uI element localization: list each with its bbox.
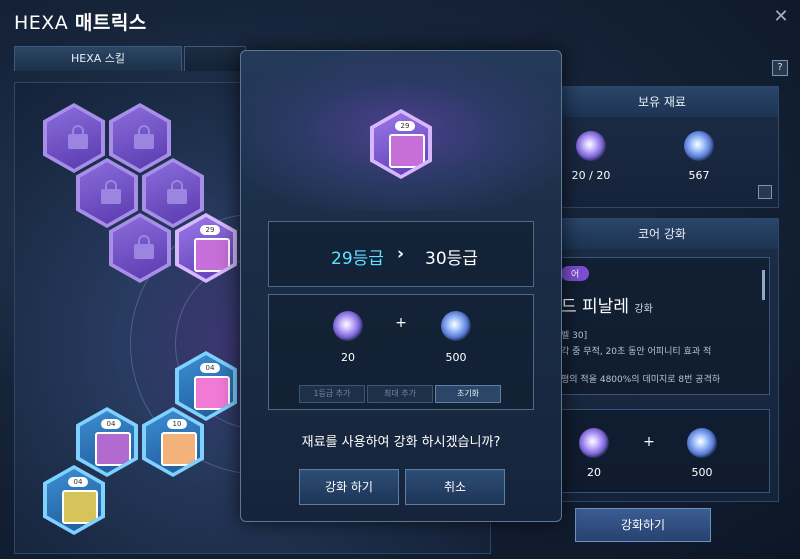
plus-sign: +	[643, 434, 655, 450]
cancel-button[interactable]: 취소	[405, 469, 505, 505]
hex-slot-locked[interactable]	[109, 103, 171, 173]
level-badge: 04	[68, 477, 88, 487]
reset-button[interactable]: 초기화	[435, 385, 501, 403]
level-badge: 29	[200, 225, 220, 235]
level-badge: 29	[395, 121, 415, 131]
lock-icon	[101, 180, 121, 204]
hex-slot-locked[interactable]	[142, 158, 204, 228]
owned-materials-panel: 보유 재료 20 / 20 567	[545, 86, 779, 208]
skill-name-suffix: 강화	[634, 304, 653, 315]
sol-erda-icon	[576, 131, 606, 161]
sol-erda-fragment-icon	[441, 311, 471, 341]
core-enhance-header: 코어 강화	[546, 219, 778, 249]
expand-icon[interactable]	[758, 185, 772, 199]
skill-icon	[62, 490, 98, 524]
hex-slot-locked[interactable]	[43, 103, 105, 173]
title-prefix: HEXA	[14, 12, 69, 34]
max-add-button[interactable]: 최대 추가	[367, 385, 433, 403]
skill-tag: 어	[561, 266, 590, 281]
cost-1: 20	[587, 466, 601, 479]
sol-erda-fragment-icon	[684, 131, 714, 161]
sol-erda-icon	[333, 311, 363, 341]
skill-desc-2: 각 중 무적, 20초 동안 어피니티 효과 적	[561, 347, 712, 357]
skill-icon	[194, 376, 230, 410]
level-badge: 04	[200, 363, 220, 373]
plus-sign: +	[395, 315, 407, 331]
title-main: 매트릭스	[74, 12, 147, 34]
tab-hexa-skill[interactable]: HEXA 스킬	[14, 46, 182, 71]
level-badge: 10	[167, 419, 187, 429]
cost-2: 500	[691, 466, 713, 479]
skill-info-box: 어 드 피날레 강화 벨 30] 각 중 무적, 20초 동안 어피니티 효과 …	[552, 257, 770, 395]
skill-desc-3: 평의 적을 4800%의 데미지로 8번 공격하	[561, 375, 721, 385]
confirm-question: 재료를 사용하여 강화 하시겠습니까?	[301, 435, 501, 450]
lock-icon	[134, 235, 154, 259]
confirm-enhance-button[interactable]: 강화 하기	[299, 469, 399, 505]
owned-qty-2: 567	[688, 169, 710, 182]
skill-name-row: 드 피날레 강화	[561, 292, 653, 317]
lock-icon	[68, 125, 88, 149]
skill-name: 드 피날레	[561, 297, 629, 317]
enhance-button[interactable]: 강화하기	[575, 508, 711, 542]
modal-cost-1: 20	[341, 351, 355, 364]
core-enhance-panel: 코어 강화 어 드 피날레 강화 벨 30] 각 중 무적, 20초 동안 어피…	[545, 218, 779, 502]
hex-slot-core[interactable]: 04	[76, 407, 138, 477]
skill-icon	[161, 432, 197, 466]
help-icon[interactable]: ?	[772, 60, 788, 76]
enhance-confirm-dialog: 29 29등급 › 30등급 20 + 500 1등급 추가 최대 추가 초기화…	[240, 50, 562, 522]
grade-from: 29등급	[331, 249, 384, 269]
tab-secondary[interactable]	[184, 46, 246, 71]
hexa-matrix-window: HEXA 매트릭스 ✕ HEXA 스킬 ? 29 04 04 10 04 보유 …	[0, 0, 800, 559]
grade-box: 29등급 › 30등급	[268, 221, 534, 287]
level-badge: 04	[101, 419, 121, 429]
close-icon[interactable]: ✕	[772, 8, 790, 26]
owned-qty-1: 20 / 20	[571, 169, 611, 182]
add-one-grade-button[interactable]: 1등급 추가	[299, 385, 365, 403]
skill-desc-1: 벨 30]	[561, 331, 588, 341]
grade-arrow-icon: ›	[397, 244, 405, 264]
hex-slot-core[interactable]: 04	[43, 465, 105, 535]
material-box: 20 + 500 1등급 추가 최대 추가 초기화	[268, 294, 534, 410]
owned-materials-header: 보유 재료	[546, 87, 778, 117]
lock-icon	[167, 180, 187, 204]
skill-icon	[389, 134, 425, 168]
lock-icon	[134, 125, 154, 149]
grade-to: 30등급	[425, 249, 478, 269]
sol-erda-fragment-icon	[687, 428, 717, 458]
sol-erda-icon	[579, 428, 609, 458]
hex-slot-locked[interactable]	[76, 158, 138, 228]
skill-icon	[95, 432, 131, 466]
window-title: HEXA 매트릭스	[14, 8, 147, 35]
modal-cost-2: 500	[445, 351, 467, 364]
skill-icon	[194, 238, 230, 272]
scrollbar[interactable]	[762, 270, 765, 300]
cost-box: 20 + 500	[552, 409, 770, 493]
